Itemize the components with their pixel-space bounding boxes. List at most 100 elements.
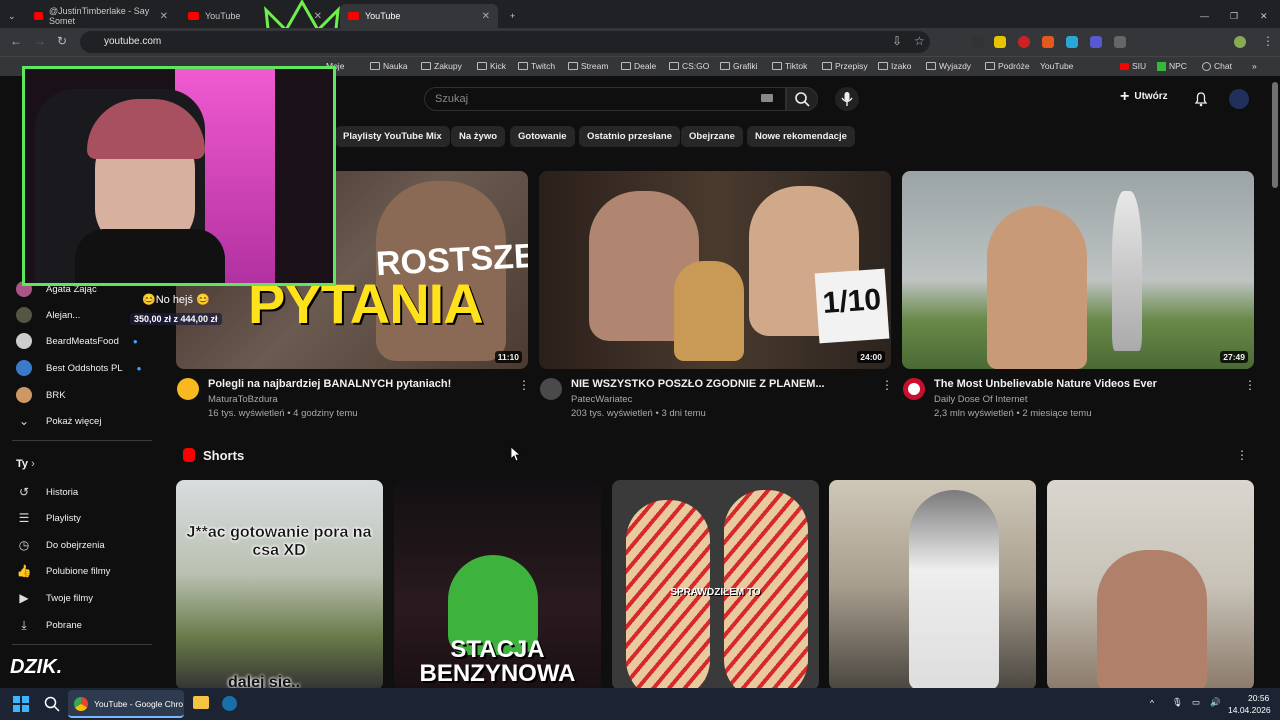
- short-card[interactable]: J**ac gotowanie pora na csa XD dalej sie…: [176, 480, 383, 690]
- chip-new-recommendations[interactable]: Nowe rekomendacje: [747, 126, 855, 147]
- person-image: [987, 206, 1087, 369]
- sidebar-sub-2[interactable]: Alejan...: [16, 304, 80, 326]
- sidebar-item-your-videos[interactable]: ▶ Twoje filmy: [16, 587, 93, 609]
- taskbar-chrome-app[interactable]: YouTube - Google Chro: [68, 690, 184, 718]
- url-input[interactable]: youtube.com: [80, 31, 930, 53]
- chip-recently-uploaded[interactable]: Ostatnio przesłane: [579, 126, 680, 147]
- more-options-icon[interactable]: ⋮: [518, 378, 530, 392]
- chip-live[interactable]: Na żywo: [451, 126, 506, 147]
- install-icon[interactable]: ⇩: [892, 34, 902, 48]
- sidebar-sub-4[interactable]: Best Oddshots PL ●: [16, 357, 141, 379]
- voice-search-button[interactable]: [835, 87, 859, 111]
- tray-expand-icon[interactable]: ^: [1150, 698, 1154, 708]
- you-section-title[interactable]: Ty ›: [16, 458, 35, 470]
- steam-icon[interactable]: [222, 696, 237, 711]
- sidebar-item-watch-later[interactable]: ◷ Do obejrzenia: [16, 534, 105, 556]
- search-icon[interactable]: [44, 696, 60, 712]
- chip-mix[interactable]: Playlisty YouTube Mix: [335, 126, 450, 147]
- video-title[interactable]: NIE WSZYSTKO POSZŁO ZGODNIE Z PLANEM...: [571, 378, 825, 390]
- chip-cooking[interactable]: Gotowanie: [510, 126, 575, 147]
- tab-list-button[interactable]: ⌄: [0, 4, 24, 28]
- menu-icon[interactable]: ⋮: [1262, 34, 1274, 48]
- back-icon[interactable]: ←: [10, 34, 22, 48]
- sidebar-item-downloads[interactable]: ⤓ Pobrane: [16, 614, 82, 636]
- window-close-icon[interactable]: ✕: [1252, 4, 1276, 28]
- forward-icon[interactable]: →: [34, 34, 46, 48]
- bookmark-youtube[interactable]: YouTube: [1040, 61, 1073, 71]
- bookmark-npc[interactable]: NPC: [1157, 61, 1187, 71]
- video-title[interactable]: The Most Unbelievable Nature Videos Ever: [934, 378, 1157, 390]
- extension-icon[interactable]: [1042, 36, 1054, 48]
- bookmark-zakupy[interactable]: Zakupy: [421, 61, 462, 71]
- tab-3-active[interactable]: YouTube ✕: [340, 4, 498, 28]
- clock-date[interactable]: 14.04.2026: [1228, 705, 1271, 715]
- minimize-icon[interactable]: —: [1192, 4, 1217, 28]
- more-options-icon[interactable]: ⋮: [881, 378, 893, 392]
- extension-icon[interactable]: [1018, 36, 1030, 48]
- volume-icon[interactable]: 🔊: [1210, 697, 1221, 708]
- channel-avatar[interactable]: [903, 378, 925, 400]
- search-button[interactable]: [786, 87, 818, 111]
- sidebar-item-history[interactable]: ↺ Historia: [16, 481, 78, 503]
- channel-name[interactable]: PatecWariatec: [571, 394, 632, 405]
- bookmark-twitch[interactable]: Twitch: [518, 61, 555, 71]
- bookmark-stream[interactable]: Stream: [568, 61, 608, 71]
- network-icon[interactable]: ▭: [1192, 697, 1200, 708]
- new-tab-button[interactable]: +: [502, 4, 523, 28]
- short-card[interactable]: [829, 480, 1036, 690]
- bookmark-chat[interactable]: Chat: [1202, 61, 1232, 71]
- bookmark-grafiki[interactable]: Grafiki: [720, 61, 758, 71]
- file-explorer-icon[interactable]: [193, 696, 209, 709]
- profile-avatar[interactable]: [1234, 36, 1246, 48]
- close-icon[interactable]: ✕: [482, 11, 490, 22]
- bookmark-wyjazdy[interactable]: Wyjazdy: [926, 61, 971, 71]
- sidebar-item-playlists[interactable]: ☰ Playlisty: [16, 507, 81, 529]
- chip-watched[interactable]: Obejrzane: [681, 126, 743, 147]
- keyboard-icon[interactable]: [761, 94, 773, 102]
- more-options-icon[interactable]: ⋮: [1244, 378, 1256, 392]
- short-card[interactable]: STACJA BENZYNOWA: [394, 480, 601, 690]
- windows-start-icon[interactable]: [13, 696, 29, 712]
- tab-1[interactable]: @JustinTimberlake - Say Somet ✕: [26, 4, 176, 28]
- maximize-icon[interactable]: ❐: [1222, 4, 1246, 28]
- extension-icon[interactable]: [1066, 36, 1078, 48]
- channel-name[interactable]: MaturaToBzdura: [208, 394, 278, 405]
- bookmark-csgo[interactable]: CS:GO: [669, 61, 709, 71]
- bookmark-izako[interactable]: Izako: [878, 61, 911, 71]
- bookmarks-overflow-icon[interactable]: »: [1252, 61, 1257, 71]
- puzzle-icon[interactable]: [1114, 36, 1126, 48]
- clock-time[interactable]: 20:56: [1248, 693, 1269, 703]
- search-input[interactable]: Szukaj: [424, 87, 786, 111]
- create-button[interactable]: + Utwórz: [1120, 88, 1168, 104]
- scrollbar-thumb[interactable]: [1272, 82, 1278, 188]
- video-thumbnail[interactable]: 27:49: [902, 171, 1254, 369]
- notifications-icon[interactable]: [1192, 90, 1210, 108]
- bookmark-kick[interactable]: Kick: [477, 61, 506, 71]
- sidebar-item-liked[interactable]: 👍 Polubione filmy: [16, 560, 111, 582]
- short-card[interactable]: [1047, 480, 1254, 690]
- short-card[interactable]: SPRAWDZIŁEM TO: [612, 480, 819, 690]
- extension-icon[interactable]: [972, 36, 984, 48]
- sidebar-sub-5[interactable]: BRK: [16, 384, 66, 406]
- bookmark-deale[interactable]: Deale: [621, 61, 656, 71]
- shorts-more-icon[interactable]: ⋮: [1236, 448, 1248, 462]
- bookmark-podroze[interactable]: Podróże: [985, 61, 1030, 71]
- microphone-icon[interactable]: 🎙: [1172, 697, 1183, 708]
- bookmark-tiktok[interactable]: Tiktok: [772, 61, 807, 71]
- reload-icon[interactable]: ↻: [57, 34, 67, 48]
- bookmark-przepisy[interactable]: Przepisy: [822, 61, 868, 71]
- bookmark-nauka[interactable]: Nauka: [370, 61, 408, 71]
- video-thumbnail[interactable]: 1/10 24:00: [539, 171, 891, 369]
- channel-avatar[interactable]: [177, 378, 199, 400]
- extension-icon[interactable]: [994, 36, 1006, 48]
- sidebar-sub-3[interactable]: BeardMeatsFood ●: [16, 330, 138, 352]
- video-title[interactable]: Polegli na najbardziej BANALNYCH pytania…: [208, 378, 451, 390]
- close-icon[interactable]: ✕: [160, 11, 168, 22]
- extension-icon[interactable]: [1090, 36, 1102, 48]
- sidebar-show-more[interactable]: ⌄ Pokaż więcej: [16, 410, 101, 432]
- account-avatar[interactable]: [1229, 89, 1249, 109]
- star-icon[interactable]: ☆: [914, 34, 925, 48]
- channel-name[interactable]: Daily Dose Of Internet: [934, 394, 1027, 405]
- bookmark-siu[interactable]: SIU: [1120, 61, 1146, 71]
- channel-avatar[interactable]: [540, 378, 562, 400]
